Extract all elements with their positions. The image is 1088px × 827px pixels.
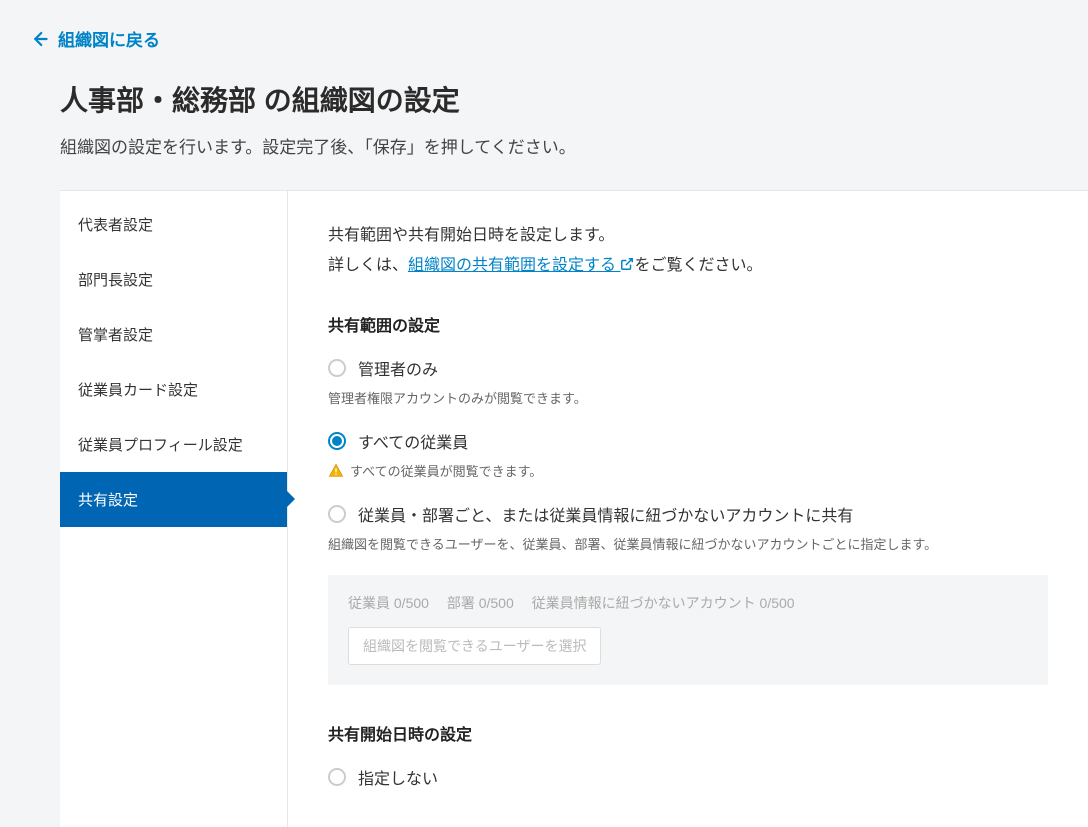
count-account: 従業員情報に紐づかないアカウント 0/500: [532, 595, 795, 611]
sidebar-item-representative[interactable]: 代表者設定: [60, 197, 287, 252]
scope-section-title: 共有範囲の設定: [328, 312, 1048, 336]
select-users-button[interactable]: 組織図を閲覧できるユーザーを選択: [348, 627, 601, 665]
radio-all-employees[interactable]: すべての従業員: [328, 429, 1048, 453]
back-link[interactable]: 組織図に戻る: [0, 0, 160, 51]
radio-admin-only[interactable]: 管理者のみ: [328, 356, 1048, 380]
radio-label: すべての従業員: [358, 429, 468, 453]
sidebar-item-supervisor[interactable]: 管掌者設定: [60, 307, 287, 362]
radio-option-admin-only: 管理者のみ 管理者権限アカウントのみが閲覧できます。: [328, 356, 1048, 407]
scope-radio-group: 管理者のみ 管理者権限アカウントのみが閲覧できます。 すべての従業員 すべての従…: [328, 356, 1048, 685]
page-header: 人事部・総務部 の組織図の設定 組織図の設定を行います。設定完了後、「保存」を押…: [0, 53, 1088, 190]
content: 代表者設定 部門長設定 管掌者設定 従業員カード設定 従業員プロフィール設定 共…: [60, 190, 1088, 827]
main-panel: 共有範囲や共有開始日時を設定します。 詳しくは、組織図の共有範囲を設定する をご…: [288, 191, 1088, 827]
intro-text: 共有範囲や共有開始日時を設定します。 詳しくは、組織図の共有範囲を設定する をご…: [328, 221, 1048, 283]
radio-desc: 管理者権限アカウントのみが閲覧できます。: [328, 388, 1048, 407]
radio-label: 従業員・部署ごと、または従業員情報に紐づかないアカウントに共有: [358, 502, 853, 526]
radio-icon: [328, 768, 346, 786]
sidebar-item-label: 共有設定: [78, 492, 138, 509]
radio-desc: 組織図を閲覧できるユーザーを、従業員、部署、従業員情報に紐づかないアカウントごと…: [328, 534, 1048, 553]
radio-option-specific: 従業員・部署ごと、または従業員情報に紐づかないアカウントに共有 組織図を閲覧でき…: [328, 502, 1048, 685]
radio-option-all-employees: すべての従業員 すべての従業員が閲覧できます。: [328, 429, 1048, 480]
warning-icon: [328, 463, 344, 479]
arrow-left-icon: [30, 30, 48, 48]
radio-option-no-datetime: 指定しない: [328, 765, 1048, 789]
count-dept: 部署 0/500: [447, 595, 514, 611]
page-title: 人事部・総務部 の組織図の設定: [60, 79, 1028, 119]
radio-desc: すべての従業員が閲覧できます。: [328, 461, 1048, 480]
radio-icon: [328, 359, 346, 377]
radio-label: 管理者のみ: [358, 356, 438, 380]
intro-line2: 詳しくは、組織図の共有範囲を設定する をご覧ください。: [328, 251, 1048, 282]
radio-label: 指定しない: [358, 765, 438, 789]
datetime-section-title: 共有開始日時の設定: [328, 721, 1048, 745]
sidebar-item-label: 部門長設定: [78, 272, 153, 289]
count-employee: 従業員 0/500: [348, 595, 429, 611]
sidebar-item-employee-card[interactable]: 従業員カード設定: [60, 362, 287, 417]
sidebar-item-label: 代表者設定: [78, 217, 153, 234]
user-selection-box: 従業員 0/500 部署 0/500 従業員情報に紐づかないアカウント 0/50…: [328, 575, 1048, 685]
external-link-icon: [620, 252, 634, 282]
sidebar-item-label: 管掌者設定: [78, 327, 153, 344]
radio-specific[interactable]: 従業員・部署ごと、または従業員情報に紐づかないアカウントに共有: [328, 502, 1048, 526]
intro-line1: 共有範囲や共有開始日時を設定します。: [328, 221, 1048, 251]
back-link-label: 組織図に戻る: [58, 26, 160, 51]
radio-no-datetime[interactable]: 指定しない: [328, 765, 1048, 789]
sidebar-item-label: 従業員プロフィール設定: [78, 437, 243, 454]
page-subtitle: 組織図の設定を行います。設定完了後、「保存」を押してください。: [60, 133, 1028, 158]
selection-counts: 従業員 0/500 部署 0/500 従業員情報に紐づかないアカウント 0/50…: [348, 593, 1028, 613]
settings-sidebar: 代表者設定 部門長設定 管掌者設定 従業員カード設定 従業員プロフィール設定 共…: [60, 191, 288, 827]
radio-icon: [328, 432, 346, 450]
sidebar-item-employee-profile[interactable]: 従業員プロフィール設定: [60, 417, 287, 472]
radio-icon: [328, 505, 346, 523]
sidebar-item-department-head[interactable]: 部門長設定: [60, 252, 287, 307]
sidebar-item-label: 従業員カード設定: [78, 382, 198, 399]
sidebar-item-sharing[interactable]: 共有設定: [60, 472, 287, 527]
help-link[interactable]: 組織図の共有範囲を設定する: [408, 257, 634, 274]
